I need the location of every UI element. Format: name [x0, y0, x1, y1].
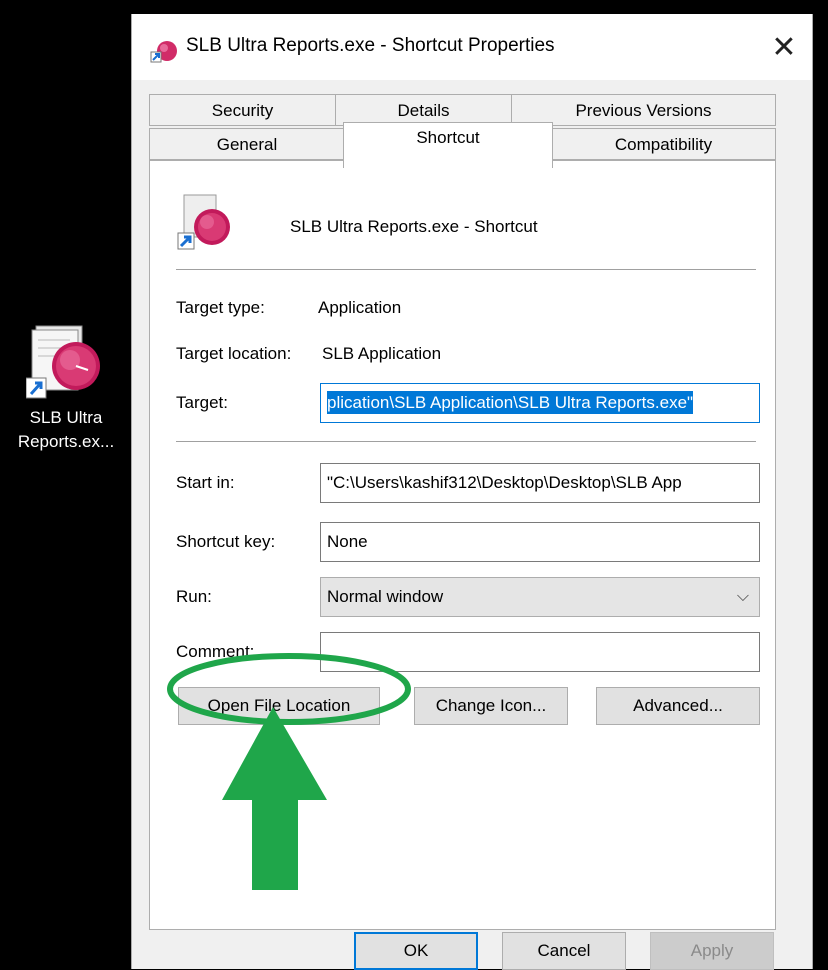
target-location-value: SLB Application	[322, 344, 442, 363]
apply-button: Apply	[650, 932, 774, 970]
tab-compatibility[interactable]: Compatibility	[551, 128, 776, 160]
properties-dialog: SLB Ultra Reports.exe - Shortcut Propert…	[131, 14, 813, 970]
window-title: SLB Ultra Reports.exe - Shortcut Propert…	[186, 35, 555, 56]
slb-app-icon	[25, 320, 106, 400]
desktop-icon-label: SLB Ultra Reports.ex...	[17, 408, 115, 451]
ok-button[interactable]: OK	[354, 932, 478, 970]
tab-security[interactable]: Security	[149, 94, 336, 126]
app-title-icon	[150, 36, 178, 64]
divider	[176, 441, 756, 442]
start-in-input[interactable]: "C:\Users\kashif312\Desktop\Desktop\SLB …	[320, 463, 760, 503]
shortcut-key-label: Shortcut key:	[176, 532, 276, 551]
shortcut-key-input[interactable]: None	[320, 522, 760, 562]
shortcut-panel: SLB Ultra Reports.exe - Shortcut Target …	[149, 160, 776, 930]
target-label: Target:	[176, 393, 228, 412]
shortcut-large-icon	[176, 191, 236, 251]
target-type-label: Target type:	[176, 298, 265, 317]
close-icon[interactable]: ✕	[762, 26, 806, 70]
tab-general[interactable]: General	[149, 128, 345, 160]
run-select-value: Normal window	[327, 587, 444, 606]
start-in-label: Start in:	[176, 473, 235, 492]
comment-label: Comment:	[176, 642, 255, 661]
change-icon-button[interactable]: Change Icon...	[414, 687, 568, 725]
divider	[176, 269, 756, 270]
title-bar[interactable]: SLB Ultra Reports.exe - Shortcut Propert…	[132, 14, 812, 80]
shortcut-name: SLB Ultra Reports.exe - Shortcut	[290, 217, 538, 236]
chevron-down-icon: ⌵	[736, 588, 749, 605]
cancel-button[interactable]: Cancel	[502, 932, 626, 970]
comment-input[interactable]	[320, 632, 760, 672]
target-input-text: plication\SLB Application\SLB Ultra Repo…	[327, 391, 694, 414]
run-label: Run:	[176, 587, 212, 606]
desktop-shortcut-icon[interactable]: SLB Ultra Reports.ex...	[0, 320, 132, 454]
target-type-value: Application	[318, 298, 402, 317]
open-file-location-button[interactable]: Open File Location	[178, 687, 380, 725]
run-select[interactable]: Normal window ⌵	[320, 577, 760, 617]
advanced-button[interactable]: Advanced...	[596, 687, 760, 725]
target-input[interactable]: plication\SLB Application\SLB Ultra Repo…	[320, 383, 760, 423]
target-location-label: Target location:	[176, 344, 292, 363]
tab-shortcut[interactable]: Shortcut	[343, 122, 553, 168]
